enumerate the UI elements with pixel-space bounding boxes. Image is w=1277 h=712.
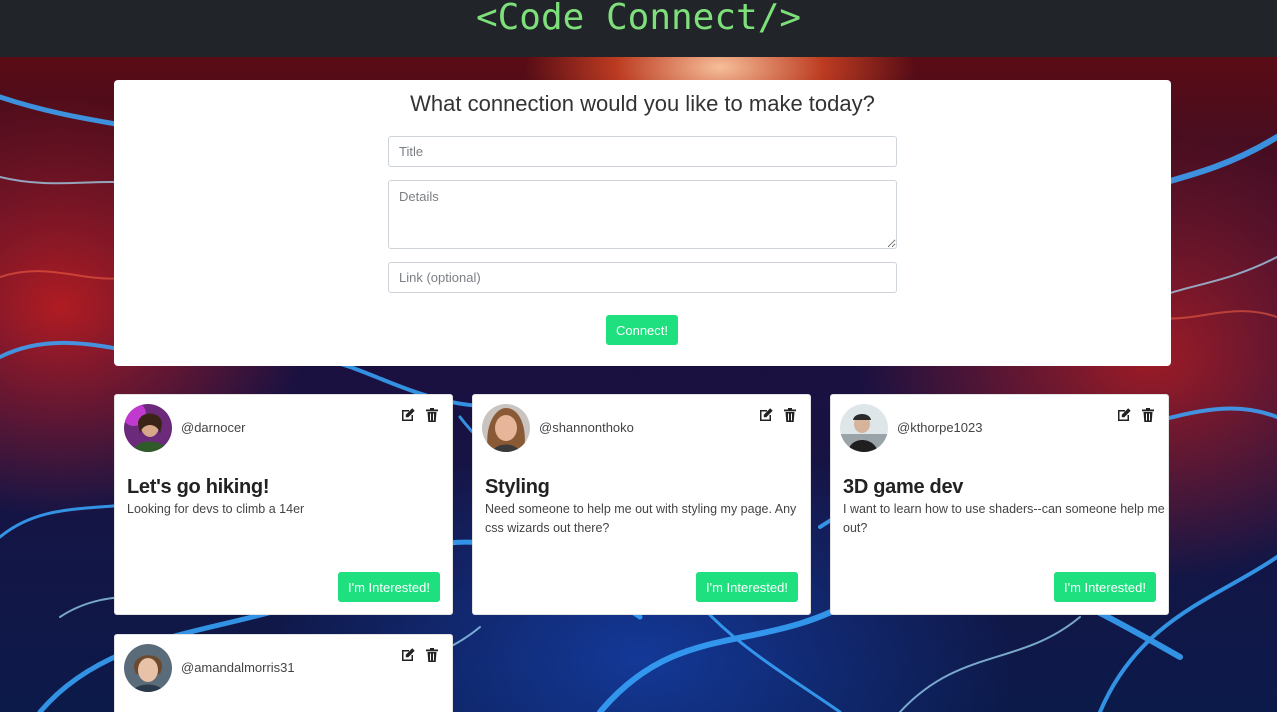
post-description: Need someone to help me out with styling… (485, 502, 797, 535)
post-username[interactable]: @shannonthoko (539, 420, 634, 435)
post-card: @kthorpe1023 3D game dev I want to learn… (830, 394, 1169, 615)
post-username[interactable]: @amandalmorris31 (181, 660, 295, 675)
trash-icon[interactable] (424, 407, 440, 423)
post-card: @amandalmorris31 (114, 634, 453, 712)
edit-icon[interactable] (400, 647, 416, 663)
interested-button[interactable]: I'm Interested! (696, 572, 798, 602)
avatar[interactable] (124, 644, 172, 692)
avatar[interactable] (124, 404, 172, 452)
brand-logo-text[interactable]: <Code Connect/> (476, 0, 801, 37)
details-textarea[interactable] (388, 180, 897, 249)
edit-icon[interactable] (400, 407, 416, 423)
post-title: 3D game dev (843, 476, 964, 498)
post-card: @shannonthoko Styling Need someone to he… (472, 394, 811, 615)
post-description: I want to learn how to use shaders--can … (843, 502, 1165, 535)
connect-button[interactable]: Connect! (606, 315, 678, 345)
post-username[interactable]: @kthorpe1023 (897, 420, 982, 435)
form-heading: What connection would you like to make t… (410, 91, 875, 116)
trash-icon[interactable] (1140, 407, 1156, 423)
edit-icon[interactable] (1116, 407, 1132, 423)
post-title: Styling (485, 476, 550, 498)
post-card: @darnocer Let's go hiking! Looking for d… (114, 394, 453, 615)
interested-button[interactable]: I'm Interested! (1054, 572, 1156, 602)
trash-icon[interactable] (424, 647, 440, 663)
top-navbar: <Code Connect/> (0, 0, 1277, 57)
avatar[interactable] (482, 404, 530, 452)
trash-icon[interactable] (782, 407, 798, 423)
post-title: Let's go hiking! (127, 476, 270, 498)
title-input[interactable] (388, 136, 897, 167)
avatar[interactable] (840, 404, 888, 452)
interested-button[interactable]: I'm Interested! (338, 572, 440, 602)
post-description: Looking for devs to climb a 14er (127, 502, 305, 516)
edit-icon[interactable] (758, 407, 774, 423)
new-connection-form-card: What connection would you like to make t… (114, 80, 1171, 366)
link-input[interactable] (388, 262, 897, 293)
post-username[interactable]: @darnocer (181, 420, 246, 435)
